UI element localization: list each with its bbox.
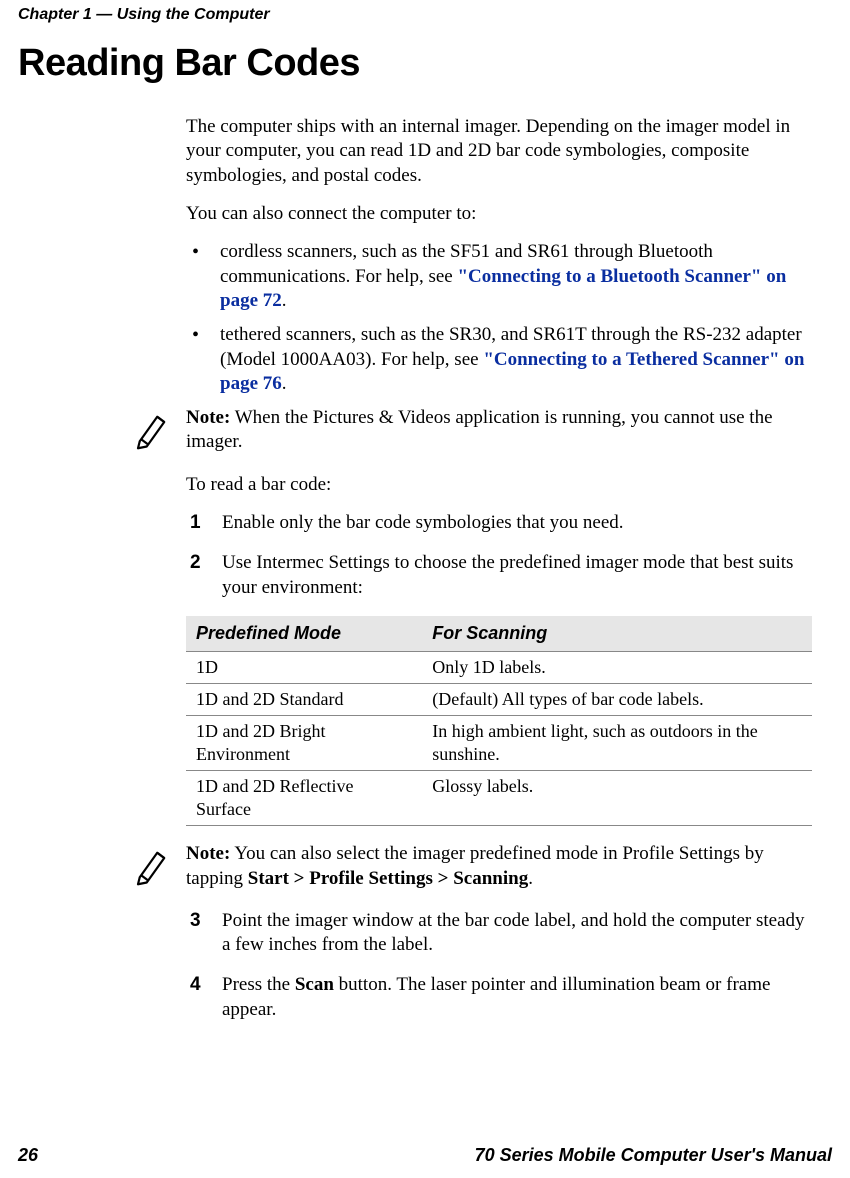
note-label: Note: <box>186 843 230 864</box>
table-header: For Scanning <box>422 616 812 652</box>
table-cell: 1D and 2D Reflective Surface <box>186 771 422 826</box>
page-number: 26 <box>18 1145 38 1166</box>
step-item: Press the Scan button. The laser pointer… <box>186 973 812 1022</box>
table-row: 1D Only 1D labels. <box>186 652 812 684</box>
table-cell: 1D and 2D Standard <box>186 684 422 716</box>
note-text: When the Pictures & Videos application i… <box>186 407 773 452</box>
step-text: Use Intermec Settings to choose the pred… <box>222 552 793 597</box>
procedure-intro: To read a bar code: <box>186 473 812 497</box>
note-strong: Start > Profile Settings > Scanning <box>248 868 528 889</box>
step-text: Enable only the bar code symbologies tha… <box>222 512 624 533</box>
note-text-post: . <box>528 868 533 889</box>
step-item: Use Intermec Settings to choose the pred… <box>186 551 812 600</box>
table-row: 1D and 2D Reflective Surface Glossy labe… <box>186 771 812 826</box>
table-cell: 1D and 2D Bright Environment <box>186 716 422 771</box>
table-cell: (Default) All types of bar code labels. <box>422 684 812 716</box>
predefined-mode-table: Predefined Mode For Scanning 1D Only 1D … <box>186 616 812 826</box>
step-item: Enable only the bar code symbologies tha… <box>186 511 812 535</box>
step-strong: Scan <box>295 974 334 995</box>
bullet-text-post: . <box>282 290 287 311</box>
table-cell: In high ambient light, such as outdoors … <box>422 716 812 771</box>
bullet-text-post: . <box>282 373 287 394</box>
bullet-item: tethered scanners, such as the SR30, and… <box>186 323 812 396</box>
running-header: Chapter 1 — Using the Computer <box>0 0 850 24</box>
pencil-icon <box>131 844 173 886</box>
bullet-item: cordless scanners, such as the SF51 and … <box>186 240 812 313</box>
table-header: Predefined Mode <box>186 616 422 652</box>
step-text: Point the imager window at the bar code … <box>222 910 805 955</box>
note-label: Note: <box>186 407 230 428</box>
intro-paragraph-1: The computer ships with an internal imag… <box>186 115 812 188</box>
table-cell: Glossy labels. <box>422 771 812 826</box>
pencil-icon <box>131 408 173 450</box>
table-cell: Only 1D labels. <box>422 652 812 684</box>
table-cell: 1D <box>186 652 422 684</box>
note-block: Note: You can also select the imager pre… <box>186 842 812 891</box>
page-title: Reading Bar Codes <box>18 42 850 85</box>
note-block: Note: When the Pictures & Videos applica… <box>186 406 812 455</box>
table-row: 1D and 2D Bright Environment In high amb… <box>186 716 812 771</box>
step-text-pre: Press the <box>222 974 295 995</box>
intro-paragraph-2: You can also connect the computer to: <box>186 202 812 226</box>
step-item: Point the imager window at the bar code … <box>186 909 812 958</box>
table-row: 1D and 2D Standard (Default) All types o… <box>186 684 812 716</box>
manual-title: 70 Series Mobile Computer User's Manual <box>475 1145 832 1166</box>
